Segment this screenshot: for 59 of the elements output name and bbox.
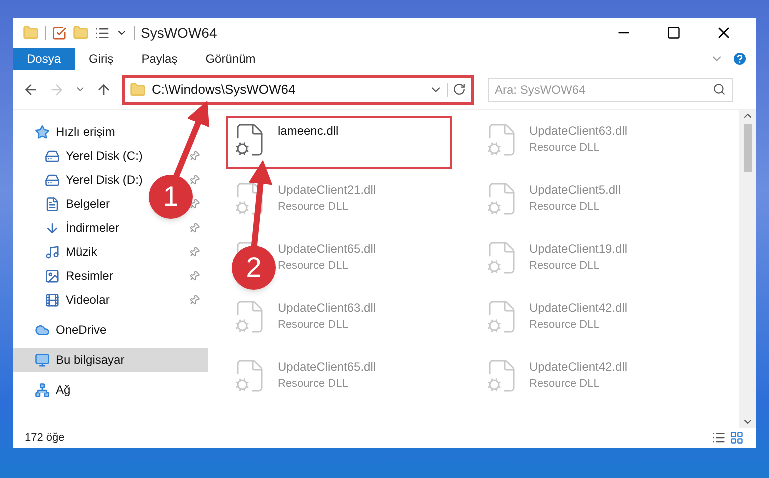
sidebar-item[interactable]: Videolar	[66, 291, 110, 309]
sidebar-item[interactable]: Hızlı erişim	[13, 120, 208, 144]
pin-icon[interactable]	[189, 150, 200, 162]
list-icon[interactable]	[95, 26, 110, 40]
address-field[interactable]: C:\Windows\SysWOW64	[122, 74, 474, 104]
address-path: C:\Windows\SysWOW64	[152, 80, 297, 99]
drive-icon	[45, 148, 60, 164]
scrollbar-thumb[interactable]	[744, 124, 752, 172]
search-input[interactable]: Ara: SysWOW64	[495, 80, 713, 98]
file-type: Resource DLL	[278, 200, 350, 215]
pin-icon[interactable]	[189, 222, 200, 234]
sidebar-item[interactable]: Resimler	[66, 267, 114, 285]
pin-icon[interactable]	[189, 294, 200, 306]
ribbon-tab[interactable]: Görünüm	[192, 48, 270, 70]
download-arrow-icon	[45, 220, 60, 236]
file-type: Resource DLL	[278, 377, 350, 392]
cloud-icon	[35, 322, 50, 338]
help-icon[interactable]	[732, 51, 748, 67]
file-type: Resource DLL	[530, 200, 601, 215]
ribbon-tab[interactable]: Dosya	[13, 48, 76, 70]
sidebar-item[interactable]: Belgeler	[66, 195, 110, 213]
sidebar-item[interactable]: OneDrive	[13, 318, 208, 342]
pin-icon[interactable]	[189, 246, 200, 258]
music-note-icon	[45, 244, 60, 260]
file-type: Resource DLL	[530, 141, 601, 156]
file-type: Resource DLL	[278, 259, 350, 274]
file-type: Resource DLL	[530, 259, 601, 274]
window-title: SysWOW64	[141, 24, 218, 43]
file-type: Resource DLL	[530, 318, 601, 333]
search-field[interactable]: Ara: SysWOW64	[488, 78, 733, 102]
search-icon[interactable]	[713, 83, 726, 96]
pin-icon[interactable]	[189, 174, 200, 186]
file-name[interactable]: lameenc.dll	[278, 122, 339, 140]
pin-icon[interactable]	[189, 198, 200, 210]
scrollbar[interactable]	[739, 110, 756, 428]
picture-icon	[45, 268, 60, 284]
highlighted-file-item[interactable]: lameenc.dll	[226, 116, 452, 169]
network-icon	[35, 382, 50, 398]
sidebar-item[interactable]: Ağ	[13, 378, 208, 402]
checkmark-icon[interactable]	[52, 26, 67, 40]
item-count: 172 öğe	[25, 430, 66, 446]
sidebar-item[interactable]: Yerel Disk (D:)	[66, 171, 143, 189]
file-type: Resource DLL	[530, 377, 601, 392]
drive-icon	[45, 172, 60, 188]
file-type: Resource DLL	[278, 318, 350, 333]
folder-icon	[130, 82, 146, 98]
details-view-icon[interactable]	[712, 431, 726, 445]
star-icon	[35, 124, 50, 140]
document-icon	[45, 196, 60, 212]
ribbon-tab[interactable]: Giriş	[75, 48, 128, 70]
sidebar-item[interactable]: İndirmeler	[66, 219, 120, 237]
pin-icon[interactable]	[189, 270, 200, 282]
ribbon-tab[interactable]: Paylaş	[128, 48, 192, 70]
sidebar-item[interactable]: Bu bilgisayar	[13, 348, 208, 372]
film-icon	[45, 292, 60, 308]
monitor-icon	[35, 352, 50, 368]
sidebar-item[interactable]: Müzik	[66, 243, 98, 261]
sidebar-item[interactable]: Yerel Disk (C:)	[66, 147, 143, 165]
thumbnails-view-icon[interactable]	[730, 431, 744, 445]
